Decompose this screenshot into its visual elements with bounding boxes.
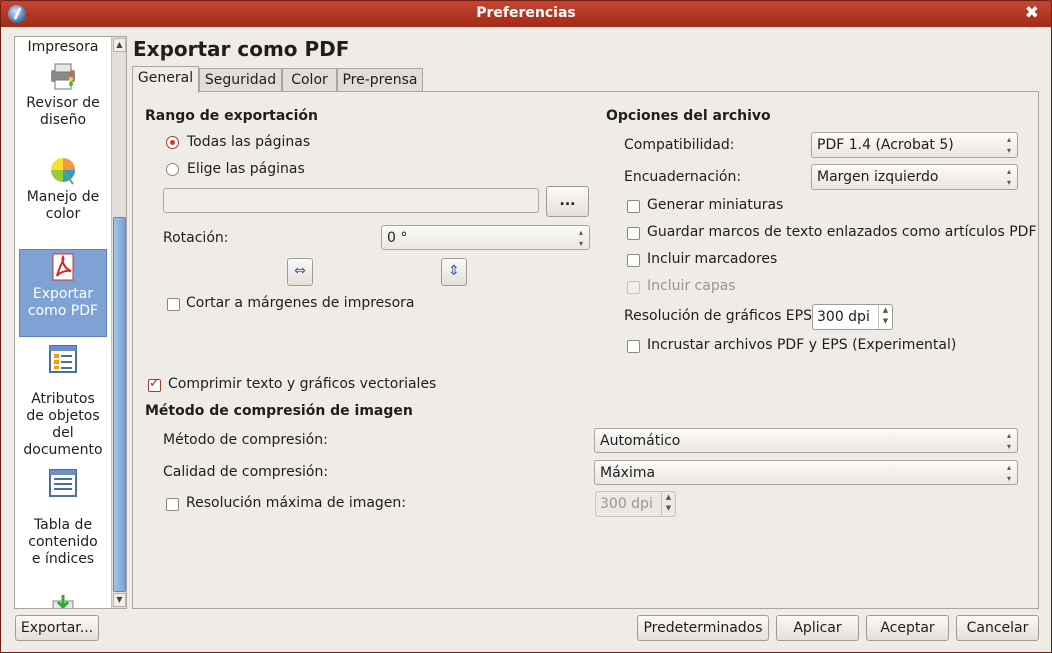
sidebar-item-label: Revisor de diseño bbox=[26, 95, 100, 128]
browse-pages-button[interactable]: ... bbox=[546, 186, 589, 217]
sidebar-list: Impresora Revisor de diseño Manejo de co… bbox=[15, 37, 111, 608]
spin-arrows-icon: ▲ ▼ bbox=[661, 492, 675, 516]
title-bar: Preferencias ✖ bbox=[1, 1, 1051, 27]
combo-arrows-icon: ▴ ▾ bbox=[1006, 167, 1011, 187]
toc-icon bbox=[49, 469, 77, 497]
include-layers-label: Incluir capas bbox=[647, 278, 736, 294]
compress-vectors-label[interactable]: Comprimir texto y gráficos vectoriales bbox=[168, 376, 436, 392]
general-tab-panel: Rango de exportación Todas las páginas E… bbox=[132, 91, 1039, 609]
combo-arrows-icon: ▴ ▾ bbox=[1006, 463, 1011, 483]
compatibility-label: Compatibilidad: bbox=[624, 137, 735, 153]
compression-quality-select[interactable]: Máxima ▴ ▾ bbox=[594, 460, 1018, 485]
sidebar-item-label: Atributos de objetos del documento bbox=[23, 391, 103, 458]
include-bookmarks-label[interactable]: Incluir marcadores bbox=[647, 251, 777, 267]
accept-button[interactable]: Aceptar bbox=[866, 615, 949, 641]
apply-button[interactable]: Aplicar bbox=[776, 615, 859, 641]
clip-margins-checkbox[interactable] bbox=[167, 298, 180, 311]
compatibility-select[interactable]: PDF 1.4 (Acrobat 5) ▴ ▾ bbox=[811, 132, 1018, 158]
color-wheel-icon bbox=[51, 158, 75, 185]
rotation-label: Rotación: bbox=[163, 230, 229, 246]
export-button[interactable]: Exportar... bbox=[15, 615, 99, 641]
page-title: Exportar como PDF bbox=[133, 37, 350, 61]
compression-method-select[interactable]: Automático ▴ ▾ bbox=[594, 428, 1018, 453]
generate-thumbnails-checkbox[interactable] bbox=[627, 200, 640, 213]
close-icon[interactable]: ✖ bbox=[1025, 3, 1039, 23]
include-layers-checkbox bbox=[627, 281, 640, 294]
combo-arrows-icon: ▴ ▾ bbox=[1006, 431, 1011, 451]
embed-pdf-eps-checkbox[interactable] bbox=[627, 340, 640, 353]
eps-resolution-spinbox[interactable]: 300 dpi ▲ ▼ bbox=[812, 304, 893, 330]
export-range-heading: Rango de exportación bbox=[145, 108, 318, 124]
preferences-window: Preferencias ✖ Impresora Revisor de dise… bbox=[0, 0, 1052, 653]
compression-method-value: Automático bbox=[600, 433, 681, 449]
clip-margins-label[interactable]: Cortar a márgenes de impresora bbox=[186, 295, 414, 311]
tab-general[interactable]: General bbox=[132, 66, 199, 93]
choose-pages-radio[interactable] bbox=[166, 163, 179, 176]
scroll-down-icon[interactable]: ▼ bbox=[113, 593, 126, 607]
max-image-resolution-label[interactable]: Resolución máxima de imagen: bbox=[186, 495, 406, 511]
mirror-vertical-button[interactable]: ⇕ bbox=[441, 258, 467, 286]
sidebar-item-color-management[interactable]: Manejo de color bbox=[23, 154, 103, 223]
compression-quality-label: Calidad de compresión: bbox=[163, 464, 329, 480]
preflight-icon bbox=[51, 63, 75, 90]
save-linked-frames-label[interactable]: Guardar marcos de texto enlazados como a… bbox=[647, 224, 1037, 240]
sidebar-scrollbar[interactable]: ▲ ▼ bbox=[111, 37, 126, 608]
compression-quality-value: Máxima bbox=[600, 465, 656, 481]
defaults-button[interactable]: Predeterminados bbox=[637, 615, 769, 641]
attributes-icon bbox=[49, 345, 77, 373]
include-bookmarks-checkbox[interactable] bbox=[627, 254, 640, 267]
sidebar-item-label: Manejo de color bbox=[26, 189, 100, 222]
rotation-value: 0 ° bbox=[387, 230, 408, 246]
image-compression-heading: Método de compresión de imagen bbox=[145, 403, 413, 419]
window-title: Preferencias bbox=[476, 5, 576, 21]
scrollbar-thumb[interactable] bbox=[113, 217, 126, 592]
binding-label: Encuadernación: bbox=[624, 169, 742, 185]
file-options-heading: Opciones del archivo bbox=[606, 108, 771, 124]
max-image-resolution-value: 300 dpi bbox=[600, 496, 653, 512]
max-image-resolution-spinbox: 300 dpi ▲ ▼ bbox=[595, 491, 676, 517]
download-icon bbox=[52, 595, 74, 608]
sidebar-item-toc-indexes[interactable]: Tabla de contenido e índices bbox=[23, 467, 103, 568]
sidebar-item-document-attributes[interactable]: Atributos de objetos del documento bbox=[23, 343, 103, 459]
tab-prepress[interactable]: Pre-prensa bbox=[337, 68, 423, 92]
sidebar-item-preflight[interactable]: Revisor de diseño bbox=[23, 60, 103, 129]
eps-resolution-label: Resolución de gráficos EPS: bbox=[624, 308, 817, 324]
scroll-up-icon[interactable]: ▲ bbox=[113, 38, 126, 52]
compress-vectors-checkbox[interactable] bbox=[148, 376, 161, 392]
eps-resolution-value: 300 dpi bbox=[817, 309, 870, 325]
binding-select[interactable]: Margen izquierdo ▴ ▾ bbox=[811, 164, 1018, 190]
cancel-button[interactable]: Cancelar bbox=[956, 615, 1039, 641]
sidebar-item-printer[interactable]: Impresora bbox=[23, 39, 103, 56]
sidebar-item-label: Tabla de contenido e índices bbox=[28, 517, 98, 567]
spin-arrows-icon[interactable]: ▲ ▼ bbox=[878, 305, 892, 329]
tab-security[interactable]: Seguridad bbox=[199, 68, 282, 92]
all-pages-label[interactable]: Todas las páginas bbox=[187, 134, 310, 150]
sidebar: Impresora Revisor de diseño Manejo de co… bbox=[14, 36, 127, 609]
generate-thumbnails-label[interactable]: Generar miniaturas bbox=[647, 197, 783, 213]
sidebar-item-export-pdf[interactable]: Exportar como PDF bbox=[19, 249, 107, 337]
sidebar-item-label: Exportar como PDF bbox=[27, 286, 99, 319]
embed-pdf-eps-label[interactable]: Incrustar archivos PDF y EPS (Experiment… bbox=[647, 337, 956, 353]
combo-arrows-icon: ▴ ▾ bbox=[1006, 135, 1011, 155]
tab-color[interactable]: Color bbox=[282, 68, 337, 92]
compression-method-label: Método de compresión: bbox=[163, 432, 328, 448]
mirror-horizontal-button[interactable]: ⇔ bbox=[287, 258, 313, 286]
rotation-select[interactable]: 0 ° ▴ ▾ bbox=[381, 225, 590, 250]
sidebar-item-label: Impresora bbox=[27, 39, 99, 55]
binding-value: Margen izquierdo bbox=[817, 169, 939, 185]
choose-pages-label[interactable]: Elige las páginas bbox=[187, 161, 305, 177]
page-range-input[interactable] bbox=[163, 188, 539, 213]
save-linked-frames-checkbox[interactable] bbox=[627, 227, 640, 240]
pdf-icon bbox=[52, 253, 74, 281]
all-pages-radio[interactable] bbox=[166, 136, 179, 149]
max-image-resolution-checkbox[interactable] bbox=[166, 498, 179, 511]
sidebar-item-extra[interactable] bbox=[23, 593, 103, 608]
compatibility-value: PDF 1.4 (Acrobat 5) bbox=[817, 137, 954, 153]
combo-arrows-icon: ▴ ▾ bbox=[578, 228, 583, 248]
